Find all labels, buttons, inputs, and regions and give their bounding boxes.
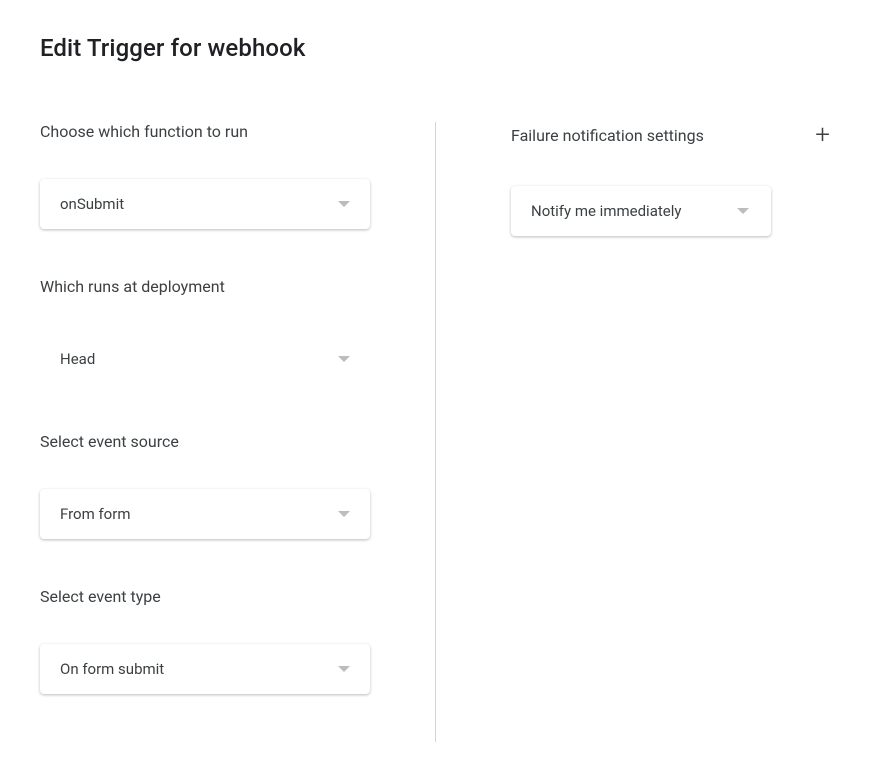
type-field: Select event type On form submit: [40, 587, 395, 694]
dropdown-icon: [338, 511, 350, 517]
notification-select[interactable]: Notify me immediately: [511, 186, 771, 236]
page-title: Edit Trigger for webhook: [40, 34, 840, 62]
source-value: From form: [60, 505, 130, 523]
deployment-field: Which runs at deployment Head: [40, 277, 395, 384]
right-column: Failure notification settings + Notify m…: [435, 122, 840, 742]
dropdown-icon: [737, 208, 749, 214]
dropdown-icon: [338, 666, 350, 672]
deployment-value: Head: [60, 350, 95, 368]
function-value: onSubmit: [60, 195, 124, 213]
notification-value: Notify me immediately: [531, 202, 681, 220]
deployment-select[interactable]: Head: [40, 334, 370, 384]
source-select[interactable]: From form: [40, 489, 370, 539]
type-label: Select event type: [40, 587, 395, 606]
source-field: Select event source From form: [40, 432, 395, 539]
type-value: On form submit: [60, 660, 164, 678]
left-column: Choose which function to run onSubmit Wh…: [40, 122, 435, 742]
form-columns: Choose which function to run onSubmit Wh…: [40, 122, 840, 742]
notification-label: Failure notification settings: [511, 126, 704, 145]
deployment-label: Which runs at deployment: [40, 277, 395, 296]
add-icon[interactable]: +: [815, 122, 830, 148]
dropdown-icon: [338, 356, 350, 362]
dropdown-icon: [338, 201, 350, 207]
function-select[interactable]: onSubmit: [40, 179, 370, 229]
source-label: Select event source: [40, 432, 395, 451]
type-select[interactable]: On form submit: [40, 644, 370, 694]
notification-header: Failure notification settings +: [511, 122, 830, 148]
function-label: Choose which function to run: [40, 122, 395, 141]
function-field: Choose which function to run onSubmit: [40, 122, 395, 229]
